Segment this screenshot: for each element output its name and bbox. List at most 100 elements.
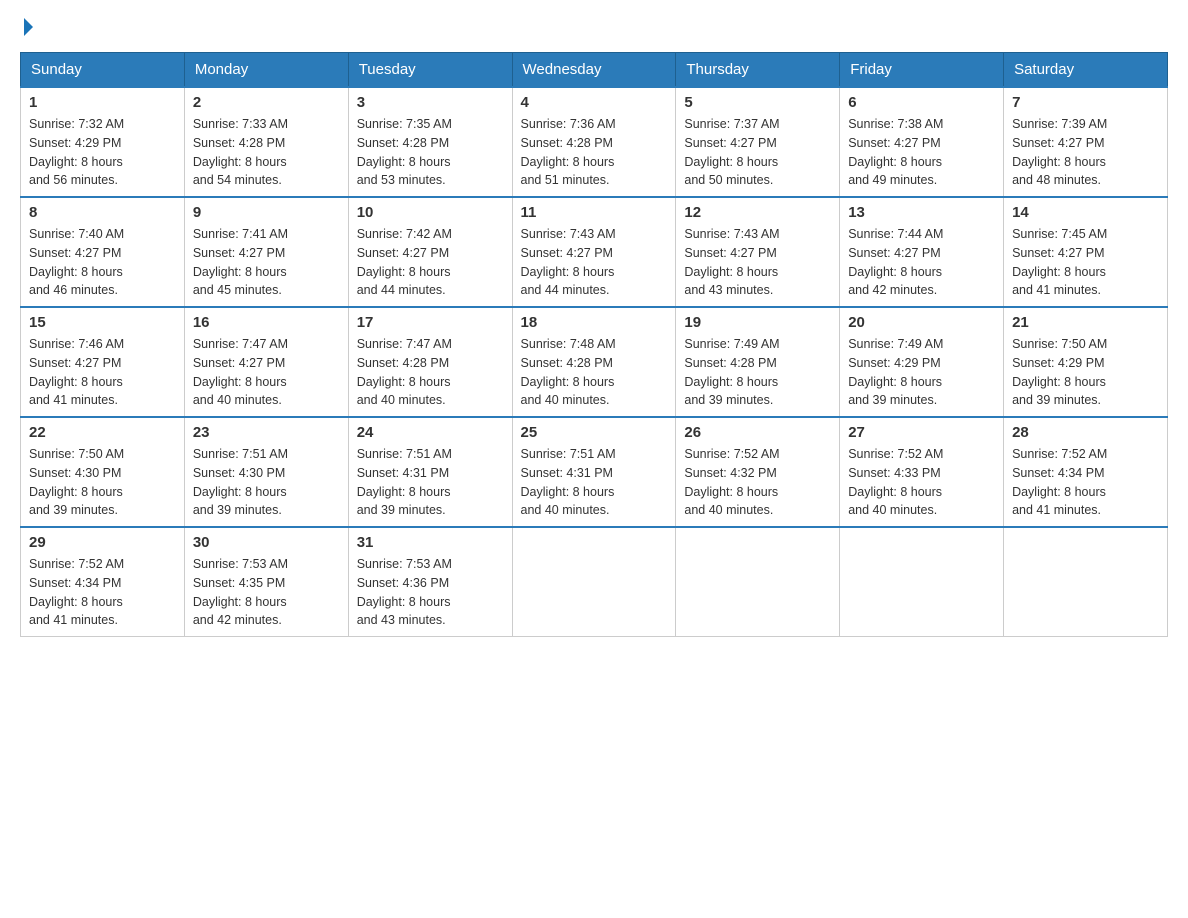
day-info: Sunrise: 7:37 AMSunset: 4:27 PMDaylight:… <box>684 117 779 187</box>
day-number: 3 <box>357 94 504 111</box>
day-info: Sunrise: 7:33 AMSunset: 4:28 PMDaylight:… <box>193 117 288 187</box>
calendar-cell: 19 Sunrise: 7:49 AMSunset: 4:28 PMDaylig… <box>676 307 840 417</box>
day-number: 15 <box>29 314 176 331</box>
weekday-header-monday: Monday <box>184 53 348 88</box>
calendar-cell <box>676 527 840 637</box>
weekday-header-sunday: Sunday <box>21 53 185 88</box>
weekday-header-tuesday: Tuesday <box>348 53 512 88</box>
calendar-cell: 24 Sunrise: 7:51 AMSunset: 4:31 PMDaylig… <box>348 417 512 527</box>
day-info: Sunrise: 7:41 AMSunset: 4:27 PMDaylight:… <box>193 227 288 297</box>
calendar-cell: 20 Sunrise: 7:49 AMSunset: 4:29 PMDaylig… <box>840 307 1004 417</box>
day-info: Sunrise: 7:36 AMSunset: 4:28 PMDaylight:… <box>521 117 616 187</box>
weekday-header-friday: Friday <box>840 53 1004 88</box>
calendar-cell: 10 Sunrise: 7:42 AMSunset: 4:27 PMDaylig… <box>348 197 512 307</box>
day-info: Sunrise: 7:39 AMSunset: 4:27 PMDaylight:… <box>1012 117 1107 187</box>
day-info: Sunrise: 7:40 AMSunset: 4:27 PMDaylight:… <box>29 227 124 297</box>
day-number: 2 <box>193 94 340 111</box>
day-number: 8 <box>29 204 176 221</box>
calendar-cell: 17 Sunrise: 7:47 AMSunset: 4:28 PMDaylig… <box>348 307 512 417</box>
day-info: Sunrise: 7:38 AMSunset: 4:27 PMDaylight:… <box>848 117 943 187</box>
calendar-cell: 22 Sunrise: 7:50 AMSunset: 4:30 PMDaylig… <box>21 417 185 527</box>
calendar-cell: 23 Sunrise: 7:51 AMSunset: 4:30 PMDaylig… <box>184 417 348 527</box>
day-info: Sunrise: 7:53 AMSunset: 4:35 PMDaylight:… <box>193 557 288 627</box>
calendar-cell: 13 Sunrise: 7:44 AMSunset: 4:27 PMDaylig… <box>840 197 1004 307</box>
calendar-cell: 15 Sunrise: 7:46 AMSunset: 4:27 PMDaylig… <box>21 307 185 417</box>
day-info: Sunrise: 7:51 AMSunset: 4:31 PMDaylight:… <box>521 447 616 517</box>
calendar-cell: 18 Sunrise: 7:48 AMSunset: 4:28 PMDaylig… <box>512 307 676 417</box>
calendar-cell: 9 Sunrise: 7:41 AMSunset: 4:27 PMDayligh… <box>184 197 348 307</box>
calendar-cell: 27 Sunrise: 7:52 AMSunset: 4:33 PMDaylig… <box>840 417 1004 527</box>
day-info: Sunrise: 7:45 AMSunset: 4:27 PMDaylight:… <box>1012 227 1107 297</box>
calendar-cell: 8 Sunrise: 7:40 AMSunset: 4:27 PMDayligh… <box>21 197 185 307</box>
logo-triangle-icon <box>24 18 33 36</box>
calendar-cell: 26 Sunrise: 7:52 AMSunset: 4:32 PMDaylig… <box>676 417 840 527</box>
day-number: 29 <box>29 534 176 551</box>
day-number: 31 <box>357 534 504 551</box>
day-info: Sunrise: 7:47 AMSunset: 4:27 PMDaylight:… <box>193 337 288 407</box>
day-info: Sunrise: 7:35 AMSunset: 4:28 PMDaylight:… <box>357 117 452 187</box>
day-info: Sunrise: 7:43 AMSunset: 4:27 PMDaylight:… <box>684 227 779 297</box>
day-info: Sunrise: 7:49 AMSunset: 4:29 PMDaylight:… <box>848 337 943 407</box>
day-info: Sunrise: 7:51 AMSunset: 4:30 PMDaylight:… <box>193 447 288 517</box>
calendar-cell <box>1004 527 1168 637</box>
day-number: 10 <box>357 204 504 221</box>
day-number: 28 <box>1012 424 1159 441</box>
day-number: 27 <box>848 424 995 441</box>
day-info: Sunrise: 7:50 AMSunset: 4:30 PMDaylight:… <box>29 447 124 517</box>
day-number: 24 <box>357 424 504 441</box>
day-info: Sunrise: 7:43 AMSunset: 4:27 PMDaylight:… <box>521 227 616 297</box>
day-info: Sunrise: 7:44 AMSunset: 4:27 PMDaylight:… <box>848 227 943 297</box>
calendar-cell: 11 Sunrise: 7:43 AMSunset: 4:27 PMDaylig… <box>512 197 676 307</box>
day-info: Sunrise: 7:47 AMSunset: 4:28 PMDaylight:… <box>357 337 452 407</box>
day-number: 12 <box>684 204 831 221</box>
calendar-cell: 31 Sunrise: 7:53 AMSunset: 4:36 PMDaylig… <box>348 527 512 637</box>
calendar-cell: 6 Sunrise: 7:38 AMSunset: 4:27 PMDayligh… <box>840 87 1004 197</box>
day-number: 7 <box>1012 94 1159 111</box>
day-info: Sunrise: 7:51 AMSunset: 4:31 PMDaylight:… <box>357 447 452 517</box>
day-number: 1 <box>29 94 176 111</box>
logo-blue-text <box>20 20 33 36</box>
day-number: 25 <box>521 424 668 441</box>
day-number: 9 <box>193 204 340 221</box>
calendar-cell: 25 Sunrise: 7:51 AMSunset: 4:31 PMDaylig… <box>512 417 676 527</box>
calendar-cell: 14 Sunrise: 7:45 AMSunset: 4:27 PMDaylig… <box>1004 197 1168 307</box>
weekday-header-wednesday: Wednesday <box>512 53 676 88</box>
day-number: 5 <box>684 94 831 111</box>
day-number: 17 <box>357 314 504 331</box>
day-number: 23 <box>193 424 340 441</box>
day-number: 30 <box>193 534 340 551</box>
day-info: Sunrise: 7:49 AMSunset: 4:28 PMDaylight:… <box>684 337 779 407</box>
calendar-cell: 7 Sunrise: 7:39 AMSunset: 4:27 PMDayligh… <box>1004 87 1168 197</box>
calendar-week-row: 15 Sunrise: 7:46 AMSunset: 4:27 PMDaylig… <box>21 307 1168 417</box>
calendar-cell: 28 Sunrise: 7:52 AMSunset: 4:34 PMDaylig… <box>1004 417 1168 527</box>
weekday-header-thursday: Thursday <box>676 53 840 88</box>
day-number: 19 <box>684 314 831 331</box>
day-info: Sunrise: 7:52 AMSunset: 4:32 PMDaylight:… <box>684 447 779 517</box>
day-number: 6 <box>848 94 995 111</box>
day-number: 22 <box>29 424 176 441</box>
day-number: 16 <box>193 314 340 331</box>
page-header <box>20 20 1168 36</box>
calendar-cell: 21 Sunrise: 7:50 AMSunset: 4:29 PMDaylig… <box>1004 307 1168 417</box>
calendar-week-row: 29 Sunrise: 7:52 AMSunset: 4:34 PMDaylig… <box>21 527 1168 637</box>
calendar-week-row: 8 Sunrise: 7:40 AMSunset: 4:27 PMDayligh… <box>21 197 1168 307</box>
calendar-cell: 5 Sunrise: 7:37 AMSunset: 4:27 PMDayligh… <box>676 87 840 197</box>
weekday-header-saturday: Saturday <box>1004 53 1168 88</box>
calendar-cell: 12 Sunrise: 7:43 AMSunset: 4:27 PMDaylig… <box>676 197 840 307</box>
day-number: 11 <box>521 204 668 221</box>
day-info: Sunrise: 7:42 AMSunset: 4:27 PMDaylight:… <box>357 227 452 297</box>
day-number: 4 <box>521 94 668 111</box>
day-info: Sunrise: 7:46 AMSunset: 4:27 PMDaylight:… <box>29 337 124 407</box>
calendar-cell: 16 Sunrise: 7:47 AMSunset: 4:27 PMDaylig… <box>184 307 348 417</box>
calendar-cell: 2 Sunrise: 7:33 AMSunset: 4:28 PMDayligh… <box>184 87 348 197</box>
day-number: 20 <box>848 314 995 331</box>
day-info: Sunrise: 7:52 AMSunset: 4:34 PMDaylight:… <box>1012 447 1107 517</box>
calendar-cell: 4 Sunrise: 7:36 AMSunset: 4:28 PMDayligh… <box>512 87 676 197</box>
day-info: Sunrise: 7:53 AMSunset: 4:36 PMDaylight:… <box>357 557 452 627</box>
calendar-week-row: 22 Sunrise: 7:50 AMSunset: 4:30 PMDaylig… <box>21 417 1168 527</box>
calendar-table: SundayMondayTuesdayWednesdayThursdayFrid… <box>20 52 1168 637</box>
day-info: Sunrise: 7:50 AMSunset: 4:29 PMDaylight:… <box>1012 337 1107 407</box>
day-number: 21 <box>1012 314 1159 331</box>
day-info: Sunrise: 7:48 AMSunset: 4:28 PMDaylight:… <box>521 337 616 407</box>
day-number: 13 <box>848 204 995 221</box>
